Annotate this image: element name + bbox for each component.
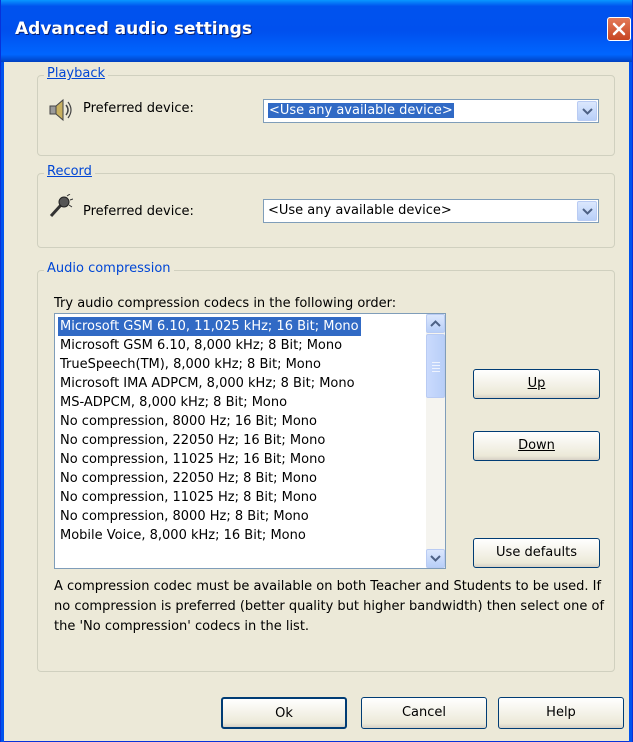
codec-list-item[interactable]: Microsoft GSM 6.10, 8,000 kHz; 8 Bit; Mo… [58,336,344,355]
title-bar[interactable]: Advanced audio settings [1,0,632,62]
cancel-button[interactable]: Cancel [361,697,487,729]
codec-list-item[interactable]: MS-ADPCM, 8,000 kHz; 8 Bit; Mono [58,393,289,412]
codec-list-item[interactable]: No compression, 8000 Hz; 8 Bit; Mono [58,507,311,526]
playback-device-select[interactable]: <Use any available device> [263,99,599,123]
codec-list-item[interactable]: TrueSpeech(TM), 8,000 kHz; 8 Bit; Mono [58,355,323,374]
window-title: Advanced audio settings [15,19,252,39]
audio-compression-legend: Audio compression [44,261,174,276]
codec-list-item[interactable]: Microsoft IMA ADPCM, 8,000 kHz; 8 Bit; M… [58,374,357,393]
codec-list-item[interactable]: No compression, 11025 Hz; 8 Bit; Mono [58,488,319,507]
scroll-down-icon [430,555,441,562]
scroll-down-button[interactable] [426,549,445,568]
codec-order-instruction: Try audio compression codecs in the foll… [54,296,397,311]
ok-button[interactable]: Ok [221,697,347,729]
close-icon [612,22,626,36]
move-down-button[interactable]: Down [473,431,600,461]
playback-dropdown-button[interactable] [577,101,597,121]
record-dropdown-button[interactable] [577,201,597,221]
scroll-up-icon [430,320,441,327]
window-border-left [1,62,4,742]
codec-list-item[interactable]: No compression, 22050 Hz; 16 Bit; Mono [58,431,327,450]
record-device-value: <Use any available device> [268,203,452,218]
scroll-up-button[interactable] [426,314,445,333]
codec-list[interactable]: Microsoft GSM 6.10, 11,025 kHz; 16 Bit; … [54,313,446,569]
record-legend: Record [44,164,95,179]
playback-device-label: Preferred device: [83,101,194,116]
move-up-button[interactable]: Up [473,369,600,399]
playback-legend: Playback [44,66,109,81]
scroll-thumb[interactable] [426,334,445,398]
chevron-down-icon [582,108,593,115]
microphone-icon [49,194,73,218]
codec-list-item[interactable]: No compression, 22050 Hz; 8 Bit; Mono [58,469,319,488]
use-defaults-button[interactable]: Use defaults [473,538,600,568]
window-border-right [629,62,632,742]
record-device-label: Preferred device: [83,204,194,219]
close-button[interactable] [607,17,631,41]
help-button[interactable]: Help [498,697,624,729]
record-device-select[interactable]: <Use any available device> [263,199,599,223]
codec-list-item[interactable]: No compression, 8000 Hz; 16 Bit; Mono [58,412,319,431]
codec-list-item[interactable]: No compression, 11025 Hz; 16 Bit; Mono [58,450,327,469]
codec-list-scrollbar[interactable] [426,314,445,568]
chevron-down-icon [582,208,593,215]
playback-device-value: <Use any available device> [267,102,455,119]
speaker-icon [49,98,72,122]
dialog-window: Advanced audio settings Playback Preferr… [0,0,633,742]
compression-note: A compression codec must be available on… [54,579,605,634]
codec-list-item[interactable]: Microsoft GSM 6.10, 11,025 kHz; 16 Bit; … [58,317,361,336]
codec-list-item[interactable]: Mobile Voice, 8,000 kHz; 16 Bit; Mono [58,526,308,545]
